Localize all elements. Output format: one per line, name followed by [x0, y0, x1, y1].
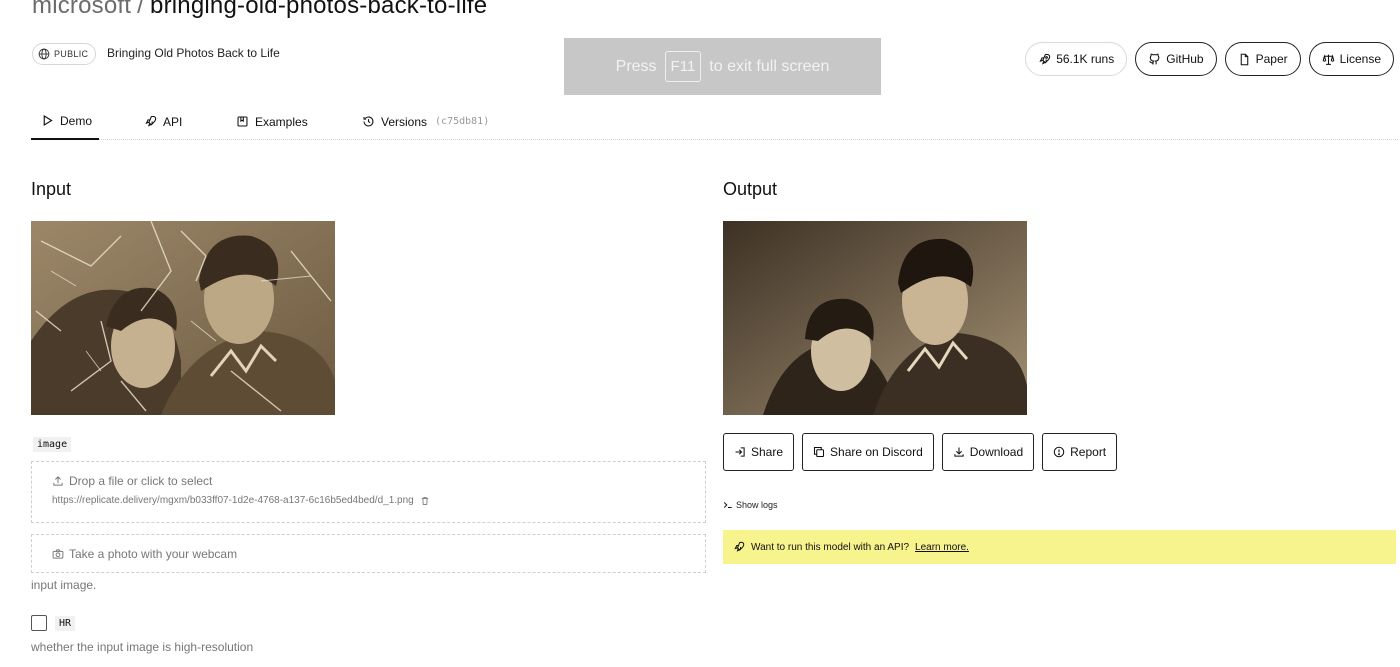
repo-name: bringing-old-photos-back-to-life [150, 0, 488, 19]
share-button[interactable]: Share [723, 433, 795, 471]
license-button[interactable]: License [1308, 42, 1394, 76]
repo-owner-link[interactable]: microsoft [32, 0, 131, 19]
image-field-tag: image [33, 437, 72, 452]
tab-bar: Demo API Examples Versions (c75db81) [31, 103, 1398, 140]
rocket-icon [1039, 53, 1051, 65]
input-photo [31, 221, 335, 415]
show-logs-label: Show logs [736, 500, 778, 510]
tab-api[interactable]: API [144, 103, 182, 140]
api-banner-text: Want to run this model with an API? [751, 541, 910, 553]
input-heading: Input [31, 179, 72, 199]
tab-examples[interactable]: Examples [236, 103, 308, 140]
share-discord-button[interactable]: Share on Discord [802, 433, 934, 471]
download-icon [954, 447, 964, 457]
file-url: https://replicate.delivery/mgxm/b033ff07… [52, 495, 414, 506]
terminal-icon [723, 502, 732, 508]
download-label: Download [969, 445, 1024, 459]
scale-icon [1322, 53, 1334, 65]
tab-examples-label: Examples [255, 114, 308, 129]
github-label: GitHub [1166, 52, 1204, 66]
output-photo [723, 221, 1027, 415]
fullscreen-notice: Press F11 to exit full screen [564, 38, 881, 95]
tab-demo-label: Demo [60, 113, 93, 128]
runs-count: 56.1K runs [1056, 52, 1115, 66]
dropzone-text: Drop a file or click to select [69, 474, 213, 488]
camera-icon [52, 549, 64, 559]
runs-button[interactable]: 56.1K runs [1025, 42, 1128, 76]
tab-api-label: API [163, 114, 183, 129]
github-button[interactable]: GitHub [1135, 42, 1217, 76]
image-field-hint: input image. [31, 578, 97, 592]
tab-demo[interactable]: Demo [31, 103, 99, 140]
report-button[interactable]: Report [1042, 433, 1118, 471]
repo-separator: / [137, 0, 145, 19]
report-label: Report [1070, 445, 1107, 459]
share-discord-label: Share on Discord [830, 445, 923, 459]
rocket-icon [734, 541, 745, 552]
tab-versions-label: Versions [381, 114, 428, 129]
file-url-row: https://replicate.delivery/mgxm/b033ff07… [52, 495, 430, 506]
visibility-badge: PUBLIC [32, 43, 97, 65]
trash-icon[interactable] [420, 496, 430, 506]
show-logs-toggle[interactable]: Show logs [723, 500, 778, 510]
book-icon [237, 116, 248, 127]
file-dropzone[interactable]: Drop a file or click to select https://r… [31, 461, 706, 523]
share-icon [735, 447, 745, 457]
hr-field-hint: whether the input image is high-resoluti… [31, 640, 254, 654]
paper-label: Paper [1255, 52, 1288, 66]
github-icon [1149, 53, 1160, 64]
webcam-label: Take a photo with your webcam [52, 547, 237, 561]
model-description: Bringing Old Photos Back to Life [107, 46, 280, 60]
document-icon [1240, 53, 1248, 65]
fullscreen-press-text: Press [615, 57, 657, 75]
play-icon [43, 115, 53, 126]
f11-key: F11 [664, 51, 702, 82]
copy-icon [814, 446, 825, 458]
output-actions: Share Share on Discord Download Report [723, 433, 1118, 471]
globe-icon [38, 48, 50, 60]
version-hash: (c75db81) [435, 116, 490, 127]
hr-field-tag: HR [55, 616, 76, 631]
fullscreen-suffix-text: to exit full screen [709, 57, 830, 75]
api-banner: Want to run this model with an API? Lear… [723, 530, 1396, 564]
share-label: Share [751, 445, 784, 459]
webcam-capture[interactable]: Take a photo with your webcam [31, 534, 706, 573]
hr-checkbox[interactable] [31, 615, 47, 631]
paper-button[interactable]: Paper [1224, 42, 1301, 76]
upload-icon [53, 476, 63, 486]
visibility-label: PUBLIC [54, 49, 89, 59]
output-heading: Output [723, 179, 778, 199]
webcam-text: Take a photo with your webcam [69, 547, 238, 561]
header-actions: 56.1K runs GitHub Paper License [1025, 42, 1394, 76]
license-label: License [1339, 52, 1381, 66]
dropzone-label: Drop a file or click to select [52, 474, 212, 488]
download-button[interactable]: Download [941, 433, 1035, 471]
alert-circle-icon [1053, 446, 1065, 458]
repo-title: microsoft / bringing-old-photos-back-to-li… [32, 0, 487, 20]
learn-more-link[interactable]: Learn more. [915, 542, 969, 553]
history-icon [363, 116, 374, 127]
rocket-icon [145, 115, 157, 127]
tab-versions[interactable]: Versions (c75db81) [362, 103, 489, 140]
